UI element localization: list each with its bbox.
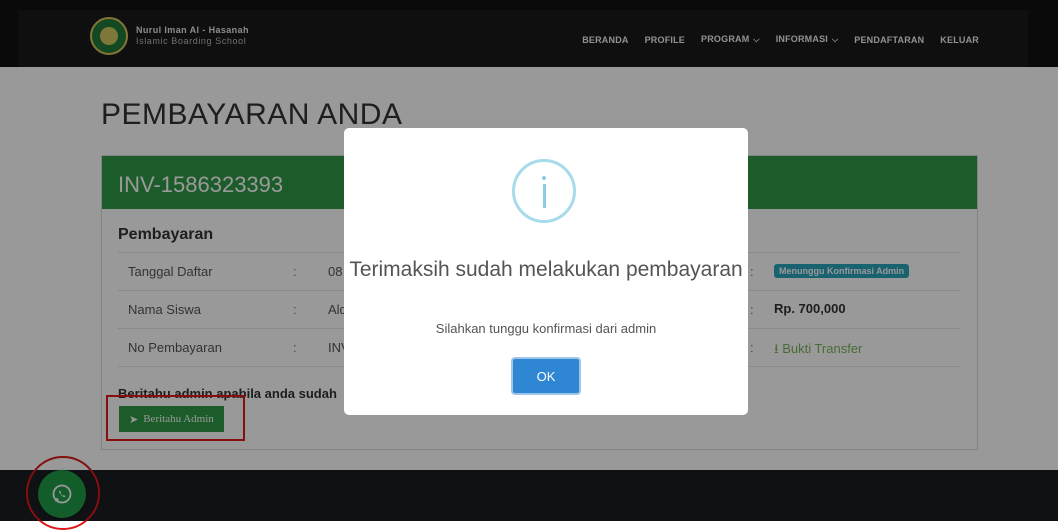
modal-text: Silahkan tunggu konfirmasi dari admin xyxy=(435,321,657,336)
info-icon-bar xyxy=(543,184,546,208)
ok-button[interactable]: OK xyxy=(511,357,581,395)
info-modal: Terimaksih sudah melakukan pembayaran Si… xyxy=(344,128,748,415)
info-icon xyxy=(512,159,576,223)
info-icon-dot xyxy=(542,176,546,180)
modal-title: Terimaksih sudah melakukan pembayaran xyxy=(349,258,743,281)
